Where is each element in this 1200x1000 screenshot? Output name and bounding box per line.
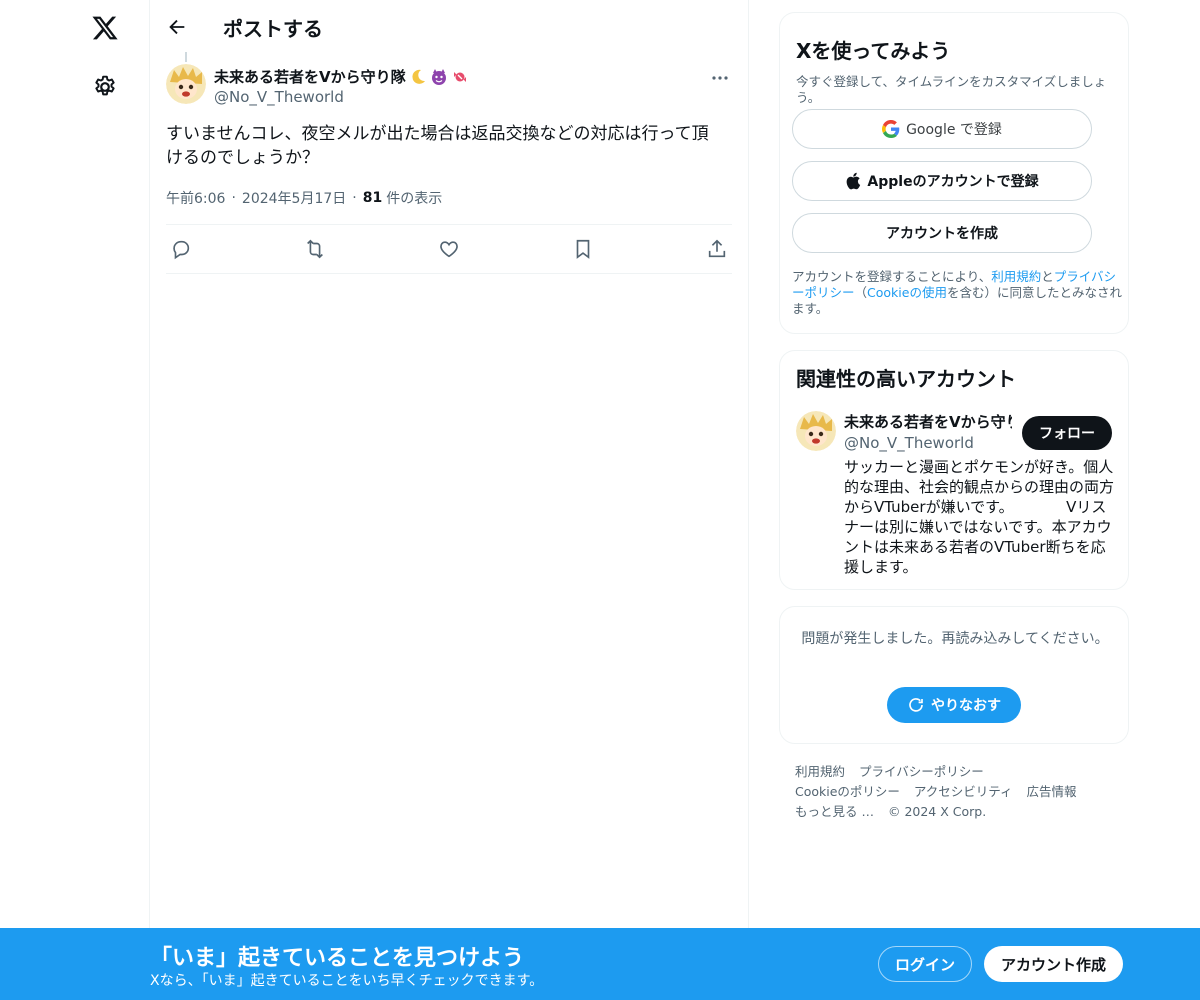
author-name-text: 未来ある若者をVから守り隊: [214, 68, 406, 86]
cookie-link[interactable]: Cookieの使用: [867, 285, 947, 300]
footer-ads-link[interactable]: 広告情報: [1027, 784, 1077, 799]
footer-accessibility-link[interactable]: アクセシビリティ: [914, 784, 1013, 799]
post-meta: 午前6:06 · 2024年5月17日 · 81 件の表示: [166, 188, 732, 208]
apple-signup-label: Appleのアカウントで登録: [867, 174, 1039, 190]
footer-more-link[interactable]: もっと見る …: [795, 804, 874, 819]
legal-open: （: [854, 285, 868, 300]
share-button[interactable]: [704, 236, 730, 262]
bookmark-button[interactable]: [570, 236, 596, 262]
error-card: 問題が発生しました。再読み込みしてください。 やりなおす: [779, 606, 1129, 744]
google-icon: [882, 120, 900, 138]
signup-button[interactable]: アカウント作成: [984, 946, 1123, 982]
create-account-button[interactable]: アカウントを作成: [792, 213, 1092, 253]
apple-signup-button[interactable]: Appleのアカウントで登録: [792, 161, 1092, 201]
suggested-avatar[interactable]: [796, 411, 836, 451]
post-date[interactable]: 2024年5月17日: [242, 188, 346, 208]
gear-icon[interactable]: [92, 74, 118, 100]
heart-icon: [440, 241, 458, 258]
retry-button[interactable]: やりなおす: [887, 687, 1021, 723]
banner-title: 「いま」起きていることを見つけよう: [150, 946, 525, 971]
meta-separator: ·: [352, 190, 357, 206]
footer-copyright: © 2024 X Corp.: [887, 804, 987, 819]
retry-label: やりなおす: [931, 698, 1001, 714]
google-signup-label: Google で登録: [906, 122, 1002, 138]
footer-cookie-link[interactable]: Cookieのポリシー: [795, 784, 900, 799]
legal-notice: アカウントを登録することにより、利用規約とプライバシーポリシー（Cookieの使…: [792, 269, 1122, 317]
thread-line: [185, 52, 187, 62]
signup-card-subtitle: 今すぐ登録して、タイムラインをカスタマイズしましょう。: [796, 74, 1107, 105]
apple-icon: [847, 172, 861, 190]
page-title: ポストする: [223, 17, 323, 41]
legal-prefix: アカウントを登録することにより、: [792, 269, 992, 284]
candy-emoji-icon: [453, 71, 466, 82]
views-label: 件の表示: [386, 191, 443, 207]
reply-button[interactable]: [168, 236, 194, 262]
signup-banner: 「いま」起きていることを見つけよう Xなら、「いま」起きていることをいち早くチェ…: [0, 928, 1200, 1000]
devil-emoji-icon: [431, 68, 446, 85]
banner-subtitle: Xなら、「いま」起きていることをいち早くチェックできます。: [150, 973, 544, 989]
create-account-label: アカウントを作成: [886, 226, 998, 242]
post-text: すいませんコレ、夜空メルが出た場合は返品交換などの対応は行って頂けるのでしょうか…: [166, 124, 709, 168]
terms-link[interactable]: 利用規約: [991, 269, 1041, 284]
suggested-name[interactable]: 未来ある若者をVから守り隊: [844, 411, 1012, 432]
related-accounts-card: 関連性の高いアカウント 未来ある若者をVから守り隊 @No_V_Theworld…: [779, 350, 1129, 590]
bookmark-icon: [576, 239, 590, 259]
post: 未来ある若者をVから守り隊 @No_V_Theworld すいませんコレ、夜空メ…: [150, 64, 748, 274]
author-handle[interactable]: @No_V_Theworld: [214, 88, 344, 106]
author-name[interactable]: 未来ある若者をVから守り隊: [214, 66, 469, 87]
signup-card: Xを使ってみよう 今すぐ登録して、タイムラインをカスタマイズしましょう。 Goo…: [779, 12, 1129, 334]
share-icon: [708, 239, 726, 258]
post-author: 未来ある若者をVから守り隊 @No_V_Theworld: [166, 64, 732, 116]
refresh-icon: [909, 698, 923, 712]
repost-icon: [307, 239, 323, 259]
more-options-icon[interactable]: [710, 68, 730, 88]
footer-privacy-link[interactable]: プライバシーポリシー: [859, 764, 984, 779]
main-column: ポストする 未来ある若者をVから守り隊 @No_V_Theworld すいません…: [149, 0, 749, 1000]
x-logo-icon[interactable]: [91, 14, 119, 42]
suggested-handle[interactable]: @No_V_Theworld: [844, 434, 974, 452]
suggested-bio: サッカーと漫画とポケモンが好き。個人的な理由、社会的観点からの理由の両方からVT…: [844, 458, 1115, 576]
footer-terms-link[interactable]: 利用規約: [795, 764, 845, 779]
moon-emoji-icon: [412, 69, 425, 84]
footer-links: 利用規約 プライバシーポリシー Cookieのポリシー アクセシビリティ 広告情…: [795, 762, 1115, 822]
post-actions-bar: [166, 224, 732, 274]
repost-button[interactable]: [302, 236, 328, 262]
views-count: 81: [362, 190, 383, 206]
post-time[interactable]: 午前6:06: [166, 188, 225, 208]
google-signup-button[interactable]: Google で登録: [792, 109, 1092, 149]
error-message: 問題が発生しました。再読み込みしてください。: [801, 631, 1109, 647]
follow-button[interactable]: フォロー: [1022, 416, 1112, 450]
legal-and: と: [1041, 269, 1054, 284]
meta-separator: ·: [231, 190, 236, 206]
left-nav: [0, 0, 150, 1000]
related-card-title: 関連性の高いアカウント: [796, 367, 1016, 391]
signup-card-title: Xを使ってみよう: [796, 39, 951, 63]
like-button[interactable]: [436, 236, 462, 262]
reply-icon: [173, 240, 190, 260]
login-button[interactable]: ログイン: [878, 946, 972, 982]
avatar[interactable]: [166, 64, 206, 104]
back-arrow-icon[interactable]: [166, 16, 188, 38]
top-bar: ポストする: [150, 0, 748, 62]
